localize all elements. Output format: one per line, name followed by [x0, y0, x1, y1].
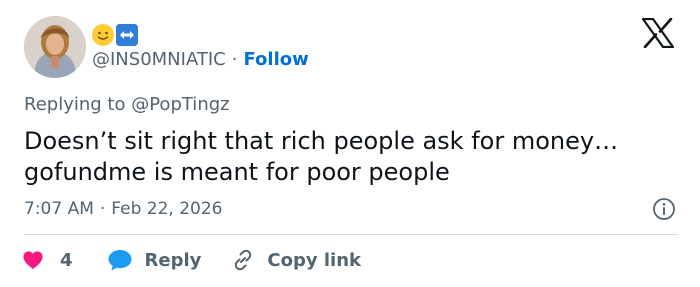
left-right-arrow-emoji-icon	[116, 24, 138, 46]
tweet-text: Doesn’t sit right that rich people ask f…	[24, 126, 684, 188]
tweet-time: 7:07 AM	[24, 199, 94, 219]
x-logo-icon[interactable]	[642, 18, 674, 48]
tweet-date: Feb 22, 2026	[111, 199, 223, 219]
follow-button[interactable]: Follow	[243, 49, 308, 71]
copy-link-label: Copy link	[267, 249, 361, 271]
copy-link-button[interactable]: Copy link	[231, 248, 361, 272]
reply-label: Reply	[144, 249, 202, 271]
like-button[interactable]: 4	[22, 250, 107, 271]
info-icon[interactable]	[652, 197, 676, 221]
reply-button[interactable]: Reply	[107, 248, 232, 272]
heart-icon	[23, 251, 43, 270]
separator-dot: ·	[99, 199, 106, 219]
reply-mention-link[interactable]: @PopTingz	[131, 94, 229, 115]
action-bar: 4 Reply Copy link	[22, 246, 361, 274]
smiling-face-emoji-icon	[92, 24, 114, 46]
tweet-card: @INS0MNIATIC · Follow Replying to @PopTi…	[0, 0, 700, 287]
author-handle[interactable]: @INS0MNIATIC	[92, 49, 226, 71]
reply-bubble-icon	[108, 250, 132, 271]
handle-row: @INS0MNIATIC · Follow	[92, 49, 309, 71]
like-count: 4	[60, 249, 73, 271]
divider	[24, 234, 678, 235]
reply-context-prefix: Replying to	[24, 94, 126, 115]
timestamp[interactable]: 7:07 AM · Feb 22, 2026	[24, 198, 223, 220]
display-name[interactable]	[92, 22, 138, 48]
tweet-line-1: Doesn’t sit right that rich people ask f…	[24, 127, 619, 155]
reply-context: Replying to @PopTingz	[24, 94, 230, 116]
tweet-line-2: gofundme is meant for poor people	[24, 158, 450, 186]
separator-dot: ·	[231, 49, 238, 70]
avatar[interactable]	[24, 16, 86, 78]
link-icon	[235, 249, 252, 271]
